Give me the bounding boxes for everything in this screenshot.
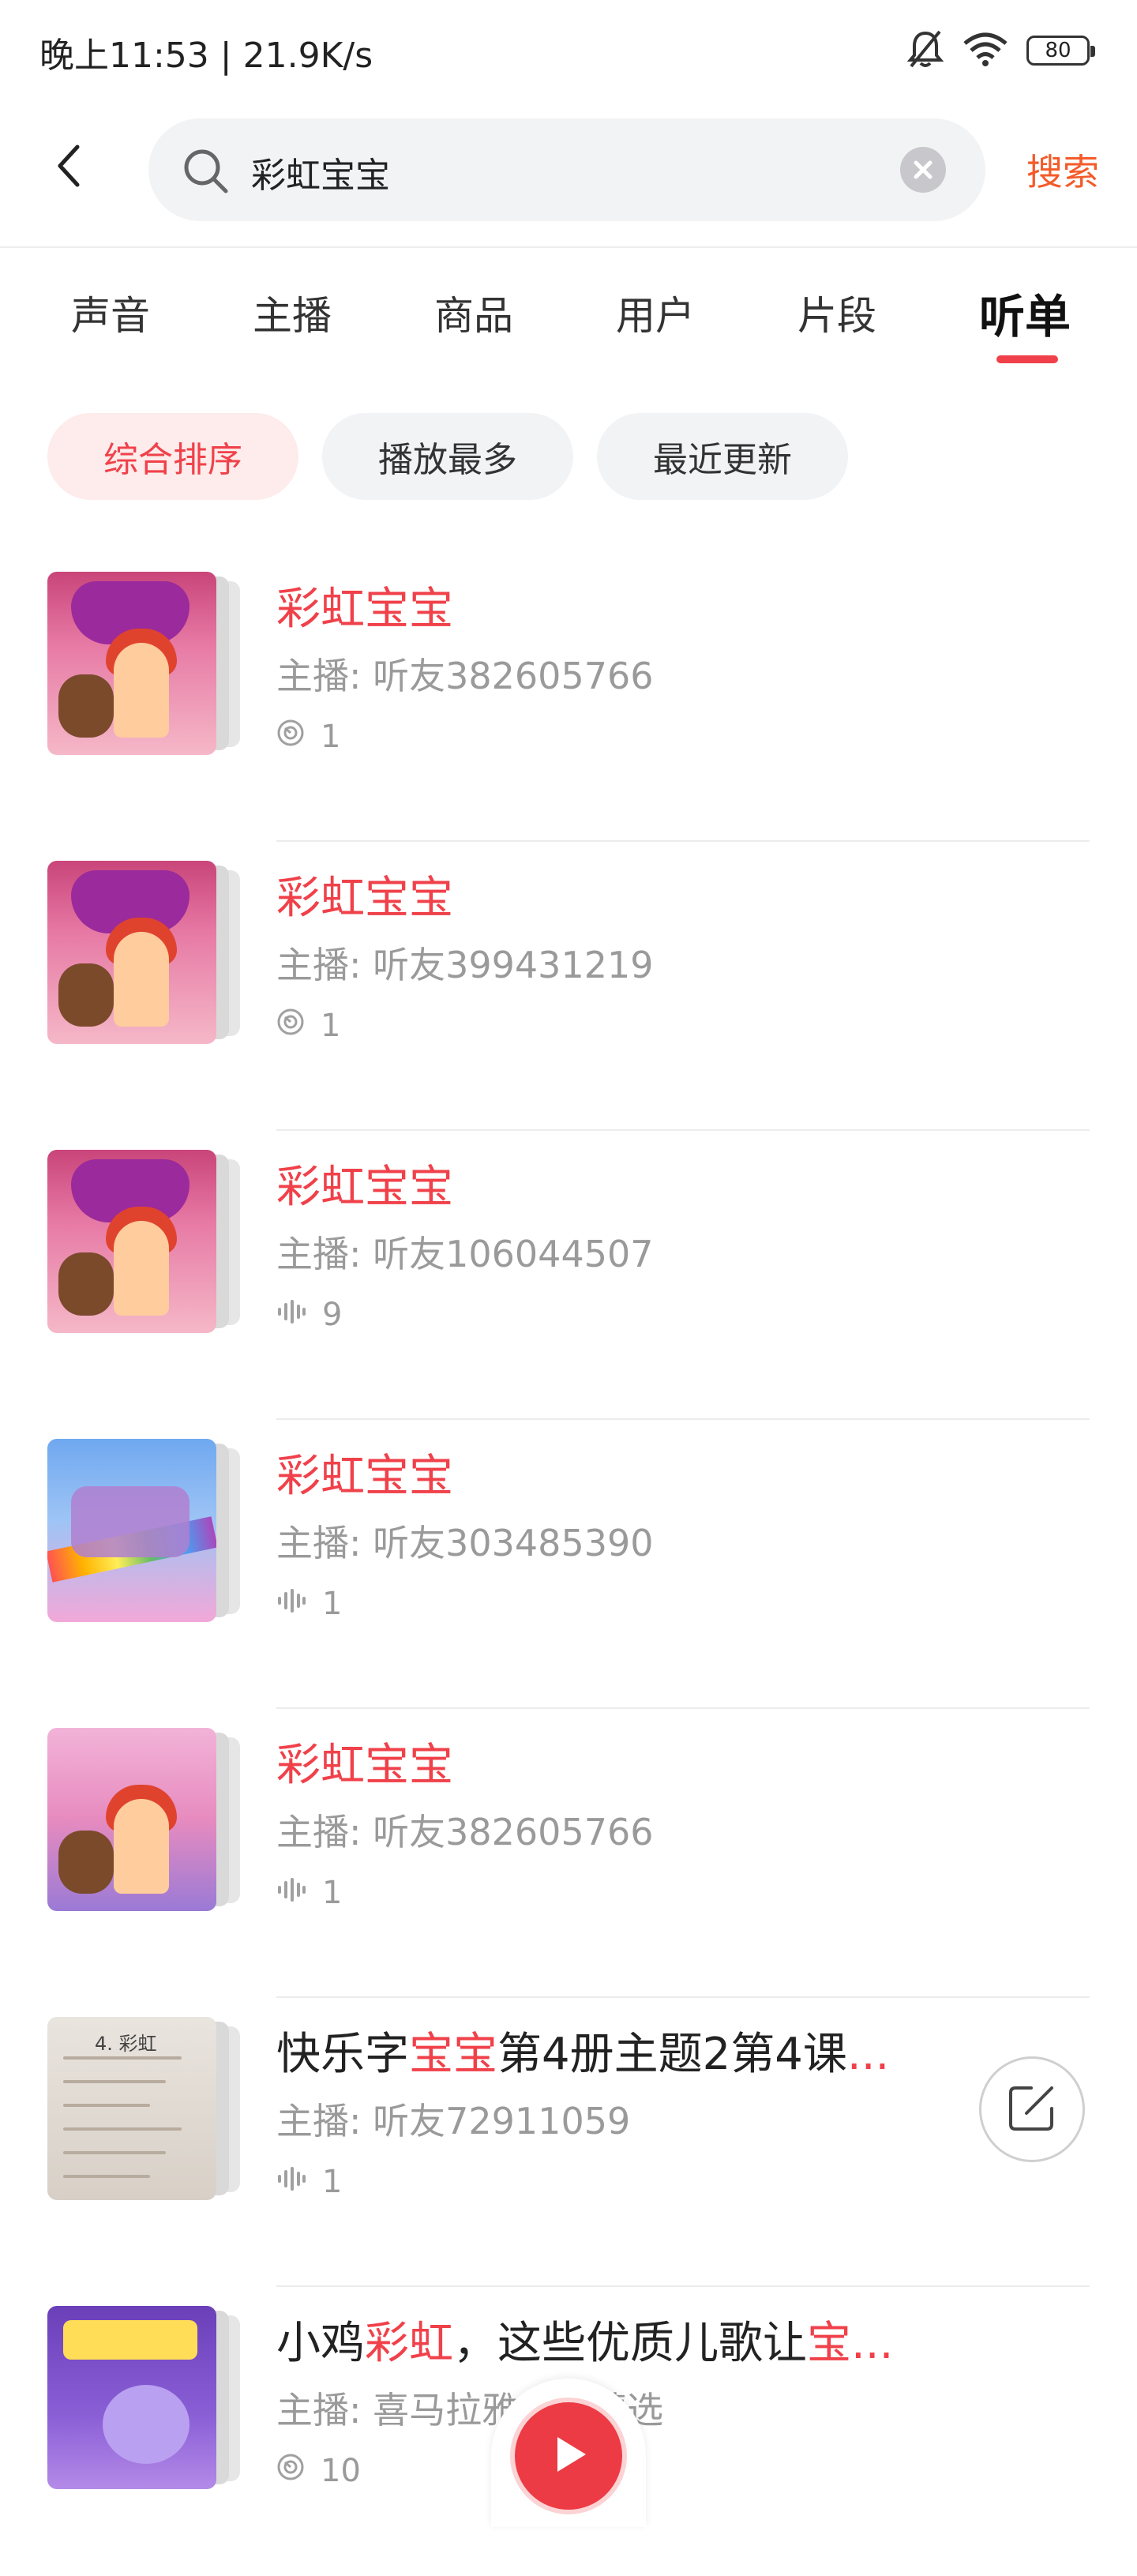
playlist-result-item[interactable]: 彩虹宝宝主播: 听友382605766 1: [0, 1709, 1137, 1998]
audio-wave-icon: [276, 1297, 306, 1333]
playlist-title: 彩虹宝宝: [276, 1162, 453, 1213]
bell-mute-icon: [906, 28, 944, 73]
playlist-cover: [47, 572, 216, 755]
playlist-meta: 1: [276, 719, 340, 755]
status-icons: 80: [906, 28, 1095, 73]
playlist-cover: [47, 861, 216, 1044]
search-input[interactable]: 彩虹宝宝: [148, 118, 985, 221]
result-tabs: 声音 主播 商品 用户 片段 听单: [0, 261, 1137, 371]
playlist-result-item[interactable]: 4. 彩虹 快乐字宝宝第4册主题2第4课... 主播: 听友72911059 1: [0, 1998, 1137, 2287]
playlist-anchor: 主播: 听友72911059: [276, 2100, 631, 2142]
sort-comprehensive-chip[interactable]: 综合排序: [47, 413, 298, 500]
audio-wave-icon: [276, 1875, 306, 1911]
search-header: 彩虹宝宝 搜索: [0, 111, 1137, 229]
play-button[interactable]: [510, 2398, 627, 2514]
playlist-meta: 10: [276, 2453, 361, 2489]
clear-search-button[interactable]: [900, 147, 946, 193]
track-count: 1: [321, 1008, 341, 1044]
search-icon: [180, 145, 231, 199]
playlist-meta: 1: [276, 1875, 342, 1911]
playlist-cover-stack: [47, 1439, 245, 1622]
sort-most-played-chip[interactable]: 播放最多: [322, 413, 573, 500]
playlist-title: 彩虹宝宝: [276, 1451, 453, 1502]
playlist-title: 彩虹宝宝: [276, 584, 453, 635]
track-count: 1: [322, 2164, 343, 2200]
search-query[interactable]: 彩虹宝宝: [251, 147, 390, 197]
track-count: 9: [322, 1297, 343, 1333]
edit-icon: [1004, 2080, 1060, 2139]
tab-clips[interactable]: 片段: [797, 284, 876, 341]
playlist-title: 快乐字宝宝第4册主题2第4课...: [276, 2029, 890, 2080]
playlist-anchor: 主播: 听友382605766: [276, 1811, 654, 1853]
play-icon: [545, 2431, 592, 2481]
playlist-cover-stack: 4. 彩虹: [47, 2017, 245, 2200]
playlist-result-item[interactable]: 彩虹宝宝主播: 听友382605766 1: [0, 553, 1137, 842]
playlist-icon: [276, 1008, 305, 1044]
tab-users[interactable]: 用户: [616, 284, 695, 341]
playlist-cover-stack: [47, 2306, 245, 2489]
playlist-result-item[interactable]: 彩虹宝宝主播: 听友106044507 9: [0, 1131, 1137, 1420]
playlist-cover: [47, 1439, 216, 1622]
playlist-meta: 1: [276, 1586, 342, 1622]
header-divider: [0, 246, 1137, 248]
cover-caption: 4. 彩虹: [95, 2033, 157, 2055]
playlist-cover-stack: [47, 861, 245, 1044]
battery-level: 80: [1045, 39, 1071, 62]
audio-wave-icon: [276, 2164, 306, 2200]
playlist-icon: [276, 2453, 305, 2489]
close-icon: [914, 160, 932, 179]
tab-sound[interactable]: 声音: [71, 284, 150, 341]
track-count: 1: [321, 719, 341, 755]
audio-wave-icon: [276, 1586, 306, 1622]
playlist-anchor: 主播: 听友106044507: [276, 1233, 654, 1275]
status-time: 晚上11:53 | 21.9K/s: [39, 36, 373, 76]
sort-recent-chip[interactable]: 最近更新: [597, 413, 848, 500]
tab-playlists[interactable]: 听单: [979, 280, 1071, 346]
playlist-meta: 1: [276, 2164, 342, 2200]
back-button[interactable]: [47, 142, 95, 190]
playlist-icon: [276, 719, 305, 755]
battery-icon: 80: [1026, 36, 1095, 66]
tab-goods[interactable]: 商品: [434, 284, 513, 341]
tab-anchor[interactable]: 主播: [253, 284, 332, 341]
track-count: 1: [322, 1875, 343, 1911]
track-count: 1: [322, 1586, 343, 1622]
playlist-result-item[interactable]: 彩虹宝宝主播: 听友399431219 1: [0, 842, 1137, 1131]
playlist-cover-stack: [47, 572, 245, 755]
chevron-left-icon: [47, 145, 95, 193]
playlist-cover: [47, 1150, 216, 1333]
playlist-cover: [47, 2306, 216, 2489]
playlist-anchor: 主播: 听友382605766: [276, 655, 654, 697]
playlist-title: 小鸡彩虹，这些优质儿歌让宝...: [276, 2318, 894, 2369]
playlist-meta: 1: [276, 1008, 340, 1044]
playlist-result-item[interactable]: 彩虹宝宝主播: 听友303485390 1: [0, 1420, 1137, 1709]
playlist-cover-stack: [47, 1728, 245, 1911]
playlist-meta: 9: [276, 1297, 342, 1333]
playlist-anchor: 主播: 听友399431219: [276, 944, 654, 986]
search-button[interactable]: 搜索: [1026, 144, 1099, 196]
playlist-anchor: 主播: 听友303485390: [276, 1522, 654, 1564]
playlist-cover: 4. 彩虹: [47, 2017, 216, 2200]
edit-button[interactable]: [979, 2056, 1085, 2162]
playlist-cover: [47, 1728, 216, 1911]
status-bar: 晚上11:53 | 21.9K/s 80: [0, 0, 1137, 103]
active-tab-indicator: [996, 355, 1058, 363]
wifi-icon: [962, 31, 1009, 70]
playlist-cover-stack: [47, 1150, 245, 1333]
playlist-title: 彩虹宝宝: [276, 1740, 453, 1791]
track-count: 10: [321, 2453, 361, 2489]
playlist-title: 彩虹宝宝: [276, 873, 453, 924]
